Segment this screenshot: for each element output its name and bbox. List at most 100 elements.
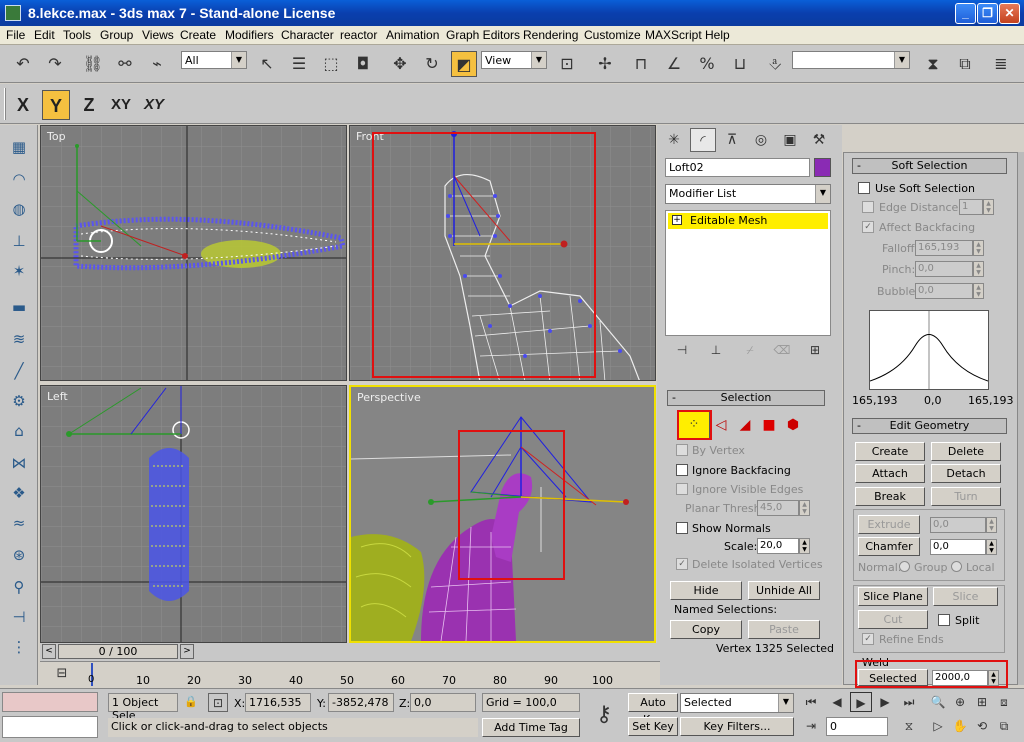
- viewport-top[interactable]: Top: [40, 125, 347, 381]
- axis-y-button[interactable]: Y: [42, 90, 70, 120]
- fracture-icon[interactable]: ❖: [7, 481, 31, 505]
- hinge-icon[interactable]: ⊣: [7, 605, 31, 629]
- time-next-button[interactable]: >: [180, 644, 194, 659]
- zoom-extents-all-icon[interactable]: ⧈: [994, 692, 1014, 712]
- menu-edit[interactable]: Edit: [34, 28, 55, 42]
- redo-icon[interactable]: ↷: [42, 51, 68, 77]
- previous-frame-icon[interactable]: ◀: [826, 692, 848, 712]
- layer-manager-icon[interactable]: ≣: [988, 51, 1014, 77]
- rope-icon[interactable]: ⊥: [7, 229, 31, 253]
- selection-filter-dropdown[interactable]: All ▼: [181, 51, 247, 69]
- go-to-end-icon[interactable]: ⏭: [898, 692, 920, 712]
- menu-customize[interactable]: Customize: [584, 28, 641, 42]
- dashpot-icon[interactable]: ╱: [7, 359, 31, 383]
- x-coordinate-field[interactable]: 1716,535: [245, 693, 311, 712]
- time-prev-button[interactable]: <: [42, 644, 56, 659]
- menu-animation[interactable]: Animation: [386, 28, 439, 42]
- scale-icon[interactable]: ◩: [451, 51, 477, 77]
- viewport-label-perspective[interactable]: Perspective: [357, 391, 421, 404]
- absolute-transform-icon[interactable]: ⊡: [208, 693, 228, 712]
- display-tab-icon[interactable]: ▣: [777, 128, 803, 152]
- point-point-icon[interactable]: ⋮: [7, 635, 31, 659]
- cut-button[interactable]: Cut: [858, 610, 928, 629]
- soft-selection-rollout-header[interactable]: - Soft Selection: [852, 158, 1007, 174]
- wind-icon[interactable]: ⌂: [7, 419, 31, 443]
- edit-named-selection-icon[interactable]: ⎀: [762, 51, 788, 77]
- undo-icon[interactable]: ↶: [10, 51, 36, 77]
- chamfer-button[interactable]: Chamfer: [858, 537, 920, 556]
- menu-character[interactable]: Character: [281, 28, 334, 42]
- pan-icon[interactable]: ✋: [950, 716, 970, 736]
- menu-modifiers[interactable]: Modifiers: [225, 28, 274, 42]
- zoom-all-icon[interactable]: ⊕: [950, 692, 970, 712]
- menu-graph-editors[interactable]: Graph Editors: [446, 28, 520, 42]
- next-frame-icon[interactable]: ▶: [874, 692, 896, 712]
- auto-key-button[interactable]: Auto Key: [628, 693, 678, 726]
- maximize-button[interactable]: ❐: [977, 3, 998, 24]
- slice-button[interactable]: Slice: [933, 587, 998, 606]
- motor-icon[interactable]: ⚙: [7, 389, 31, 413]
- object-name-field[interactable]: Loft02: [665, 158, 810, 177]
- select-manipulate-icon[interactable]: ✢: [592, 51, 618, 77]
- close-button[interactable]: ✕: [999, 3, 1020, 24]
- affect-backfacing-checkbox[interactable]: ✓: [862, 221, 874, 233]
- face-subobject-icon[interactable]: ◢: [735, 414, 755, 436]
- use-soft-selection-checkbox[interactable]: [858, 182, 870, 194]
- track-bar[interactable]: ⊟ 0 10 20 30 40 50 60 70 80 90 100: [40, 661, 660, 688]
- go-to-start-icon[interactable]: ⏮: [800, 692, 822, 712]
- angle-snap-icon[interactable]: ∠: [661, 51, 687, 77]
- z-coordinate-field[interactable]: 0,0: [410, 693, 476, 712]
- axis-z-button[interactable]: Z: [76, 90, 102, 120]
- menu-tools[interactable]: Tools: [63, 28, 91, 42]
- remove-modifier-icon[interactable]: ⌫: [769, 340, 795, 360]
- key-filters-button[interactable]: Key Filters...: [680, 717, 794, 736]
- turn-button[interactable]: Turn: [931, 487, 1001, 506]
- zoom-icon[interactable]: 🔍: [928, 692, 948, 712]
- modify-tab-icon[interactable]: ◜: [690, 128, 716, 152]
- utilities-tab-icon[interactable]: ⚒: [806, 128, 832, 152]
- set-key-button[interactable]: Set Key: [628, 717, 678, 736]
- normal-scale-spinner[interactable]: 20,0 ▲ ▼: [757, 538, 810, 554]
- delete-button[interactable]: Delete: [931, 442, 1001, 461]
- key-mode-toggle-icon[interactable]: ⇥: [800, 716, 822, 736]
- extrude-button[interactable]: Extrude: [858, 515, 920, 534]
- minimize-button[interactable]: _: [955, 3, 976, 24]
- maxscript-input-mini[interactable]: [2, 716, 98, 738]
- edit-geometry-rollout-header[interactable]: - Edit Geometry: [852, 418, 1007, 434]
- add-time-tag-button[interactable]: Add Time Tag: [482, 718, 580, 737]
- show-normals-checkbox[interactable]: [676, 522, 688, 534]
- field-of-view-icon[interactable]: ▷: [928, 716, 948, 736]
- configure-sets-icon[interactable]: ⊞: [802, 340, 828, 360]
- break-button[interactable]: Break: [855, 487, 925, 506]
- key-mode-dropdown[interactable]: Selected ▼: [680, 693, 794, 713]
- menu-maxscript[interactable]: MAXScript: [645, 28, 702, 42]
- y-coordinate-field[interactable]: -3852,478: [328, 693, 394, 712]
- motion-tab-icon[interactable]: ◎: [748, 128, 774, 152]
- hide-button[interactable]: Hide: [670, 581, 742, 600]
- edge-subobject-icon[interactable]: ◁: [711, 414, 731, 436]
- select-by-name-icon[interactable]: ☰: [286, 51, 312, 77]
- slice-plane-button[interactable]: Slice Plane: [858, 587, 928, 606]
- pinch-spinner[interactable]: 0,0 ▲ ▼: [915, 261, 984, 277]
- menu-help[interactable]: Help: [705, 28, 730, 42]
- axis-xy-cycle-button[interactable]: XY: [140, 90, 168, 120]
- time-configuration-icon[interactable]: ⧖: [898, 716, 920, 736]
- constraint-icon[interactable]: ⊛: [7, 543, 31, 567]
- falloff-spinner[interactable]: 165,193 ▲ ▼: [915, 240, 984, 256]
- rectangular-selection-icon[interactable]: ⬚: [318, 51, 344, 77]
- cloth-icon[interactable]: ◠: [7, 167, 31, 191]
- create-button[interactable]: Create: [855, 442, 925, 461]
- object-color-swatch[interactable]: [814, 158, 831, 177]
- spring-icon[interactable]: ≋: [7, 327, 31, 351]
- select-link-icon[interactable]: ⛓: [80, 51, 106, 77]
- water-icon[interactable]: ≈: [7, 511, 31, 535]
- maximize-viewport-icon[interactable]: ⧉: [994, 716, 1014, 736]
- mirror-icon[interactable]: ⧗: [920, 51, 946, 77]
- show-end-result-icon[interactable]: ⊥: [703, 340, 729, 360]
- play-icon[interactable]: ▶: [850, 692, 872, 712]
- zoom-extents-icon[interactable]: ⊞: [972, 692, 992, 712]
- axis-xy-button[interactable]: XY: [106, 90, 136, 120]
- percent-snap-icon[interactable]: %: [694, 51, 720, 77]
- unhide-all-button[interactable]: Unhide All: [748, 581, 820, 600]
- group-radio[interactable]: [899, 561, 910, 572]
